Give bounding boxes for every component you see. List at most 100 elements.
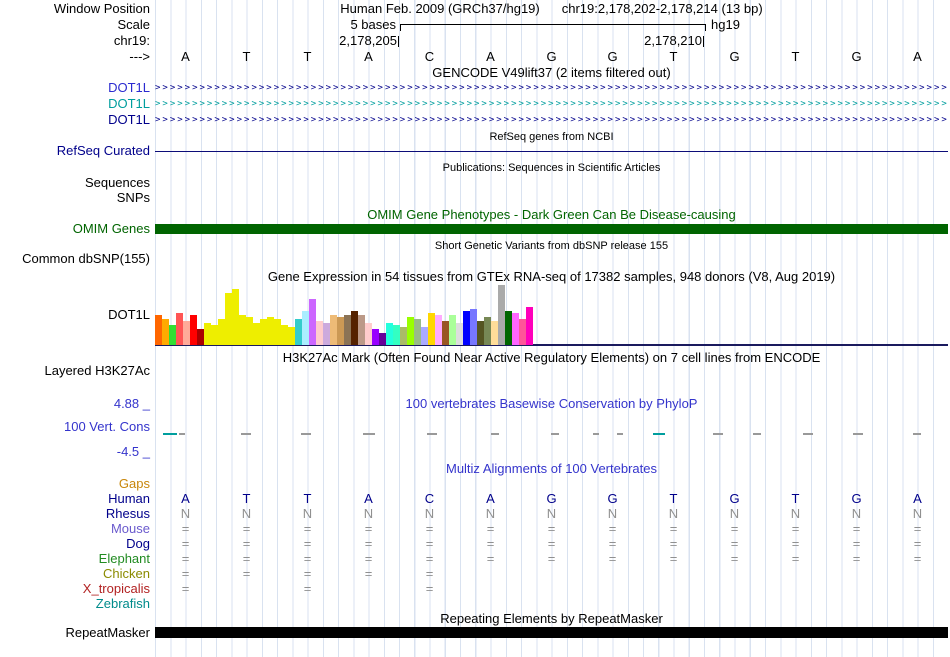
gtex-tissue-bar[interactable] [393, 325, 400, 345]
gtex-tissue-bar[interactable] [253, 323, 260, 345]
gtex-tissue-bar[interactable] [386, 323, 393, 345]
gtex-tissue-bar[interactable] [288, 327, 295, 345]
gencode-transcript-label[interactable]: DOT1L [0, 113, 150, 127]
multiz-alignment-cell: = [277, 582, 338, 596]
ruler-base-letter: G [521, 50, 582, 64]
gencode-transcript-label[interactable]: DOT1L [0, 97, 150, 111]
multiz-alignment-cell: N [704, 507, 765, 521]
gtex-tissue-bar[interactable] [365, 323, 372, 345]
gtex-track-header[interactable]: Gene Expression in 54 tissues from GTEx … [155, 270, 948, 284]
gtex-tissue-bar[interactable] [484, 317, 491, 345]
h3k27ac-track-label[interactable]: Layered H3K27Ac [0, 364, 150, 378]
gtex-tissue-bar[interactable] [498, 285, 505, 345]
gtex-tissue-bar[interactable] [337, 317, 344, 345]
gtex-tissue-bar[interactable] [316, 321, 323, 345]
gtex-tissue-bar[interactable] [421, 327, 428, 345]
conservation-track-header[interactable]: 100 vertebrates Basewise Conservation by… [155, 397, 948, 411]
gencode-track-header[interactable]: GENCODE V49lift37 (2 items filtered out) [155, 66, 948, 80]
gtex-tissue-bar[interactable] [309, 299, 316, 345]
gencode-transcript-label[interactable]: DOT1L [0, 81, 150, 95]
gtex-tissue-bar[interactable] [281, 325, 288, 345]
multiz-alignment-cell: = [826, 537, 887, 551]
omim-track-header[interactable]: OMIM Gene Phenotypes - Dark Green Can Be… [155, 208, 948, 222]
gtex-tissue-bar[interactable] [407, 317, 414, 345]
multiz-species-label[interactable]: Chicken [0, 567, 150, 581]
ruler-base-letter: T [216, 50, 277, 64]
gtex-tissue-bar[interactable] [176, 313, 183, 345]
gtex-tissue-bar[interactable] [323, 323, 330, 345]
conservation-tick [593, 433, 599, 435]
gtex-tissue-bar[interactable] [435, 315, 442, 345]
gtex-tissue-bar[interactable] [414, 319, 421, 345]
refseq-curated-label[interactable]: RefSeq Curated [0, 144, 150, 158]
multiz-species-label[interactable]: Dog [0, 537, 150, 551]
repeatmasker-label[interactable]: RepeatMasker [0, 626, 150, 640]
multiz-species-label[interactable]: Human [0, 492, 150, 506]
gtex-tissue-bar[interactable] [232, 289, 239, 345]
gtex-tissue-bar[interactable] [344, 315, 351, 345]
gtex-tissue-bar[interactable] [372, 329, 379, 345]
omim-gene-bar[interactable] [155, 224, 948, 234]
gtex-tissue-bar[interactable] [358, 315, 365, 345]
gtex-tissue-bar[interactable] [274, 319, 281, 345]
multiz-species-label[interactable]: Elephant [0, 552, 150, 566]
multiz-alignment-cell: G [704, 492, 765, 506]
refseq-track-header[interactable]: RefSeq genes from NCBI [155, 130, 948, 144]
gtex-tissue-bar[interactable] [449, 315, 456, 345]
refseq-curated-gene-line[interactable] [155, 151, 948, 152]
gencode-transcript-arrows[interactable]: >>>>>>>>>>>>>>>>>>>>>>>>>>>>>>>>>>>>>>>>… [155, 81, 948, 95]
repeatmasker-bar[interactable] [155, 627, 948, 638]
gtex-tissue-bar[interactable] [239, 315, 246, 345]
publications-track-header[interactable]: Publications: Sequences in Scientific Ar… [155, 161, 948, 175]
gtex-tissue-bar[interactable] [505, 311, 512, 345]
gtex-tissue-bar[interactable] [204, 323, 211, 345]
gtex-tissue-bar[interactable] [351, 311, 358, 345]
multiz-species-label[interactable]: Zebrafish [0, 597, 150, 611]
gtex-tissue-bar[interactable] [470, 309, 477, 345]
gtex-tissue-bar[interactable] [260, 319, 267, 345]
multiz-species-label[interactable]: Mouse [0, 522, 150, 536]
gtex-tissue-bar[interactable] [526, 307, 533, 345]
gtex-tissue-bar[interactable] [512, 313, 519, 345]
gtex-tissue-bar[interactable] [225, 293, 232, 345]
gtex-tissue-bar[interactable] [246, 317, 253, 345]
gtex-tissue-bar[interactable] [330, 315, 337, 345]
gtex-tissue-bar[interactable] [169, 325, 176, 345]
publications-subtrack-label[interactable]: SNPs [0, 191, 150, 205]
gencode-transcript-arrows[interactable]: >>>>>>>>>>>>>>>>>>>>>>>>>>>>>>>>>>>>>>>>… [155, 97, 948, 111]
gtex-tissue-bar[interactable] [519, 319, 526, 345]
gtex-tissue-bar[interactable] [463, 311, 470, 345]
gtex-tissue-bar[interactable] [155, 315, 162, 345]
publications-subtrack-label[interactable]: Sequences [0, 176, 150, 190]
gtex-tissue-bar[interactable] [400, 327, 407, 345]
gtex-tissue-bar[interactable] [190, 315, 197, 345]
gtex-tissue-bar[interactable] [456, 323, 463, 345]
gtex-tissue-bar[interactable] [477, 321, 484, 345]
conservation-track-label[interactable]: 100 Vert. Cons [0, 420, 150, 434]
multiz-track-header[interactable]: Multiz Alignments of 100 Vertebrates [155, 462, 948, 476]
omim-genes-label[interactable]: OMIM Genes [0, 222, 150, 236]
multiz-species-label[interactable]: Rhesus [0, 507, 150, 521]
gtex-tissue-bar[interactable] [162, 319, 169, 345]
gtex-tissue-bar[interactable] [295, 319, 302, 345]
gtex-tissue-bar[interactable] [428, 313, 435, 345]
gtex-tissue-bar[interactable] [211, 325, 218, 345]
multiz-species-label[interactable]: Gaps [0, 477, 150, 491]
gtex-gene-label[interactable]: DOT1L [0, 308, 150, 322]
h3k27ac-track-header[interactable]: H3K27Ac Mark (Often Found Near Active Re… [155, 351, 948, 365]
gtex-tissue-bar[interactable] [379, 333, 386, 345]
multiz-species-label[interactable]: X_tropicalis [0, 582, 150, 596]
dbsnp-track-label[interactable]: Common dbSNP(155) [0, 252, 150, 266]
repeatmasker-track-header[interactable]: Repeating Elements by RepeatMasker [155, 612, 948, 626]
gtex-tissue-bar[interactable] [183, 321, 190, 345]
ruler-base-letter: A [887, 50, 948, 64]
gencode-transcript-arrows[interactable]: >>>>>>>>>>>>>>>>>>>>>>>>>>>>>>>>>>>>>>>>… [155, 113, 948, 127]
gtex-tissue-bar[interactable] [491, 321, 498, 345]
gtex-tissue-bar[interactable] [267, 317, 274, 345]
gtex-tissue-bar[interactable] [442, 321, 449, 345]
dbsnp-track-header[interactable]: Short Genetic Variants from dbSNP releas… [155, 239, 948, 253]
gtex-tissue-bar[interactable] [302, 311, 309, 345]
gtex-expression-bars[interactable] [155, 285, 948, 345]
gtex-tissue-bar[interactable] [218, 319, 225, 345]
gtex-tissue-bar[interactable] [197, 329, 204, 345]
